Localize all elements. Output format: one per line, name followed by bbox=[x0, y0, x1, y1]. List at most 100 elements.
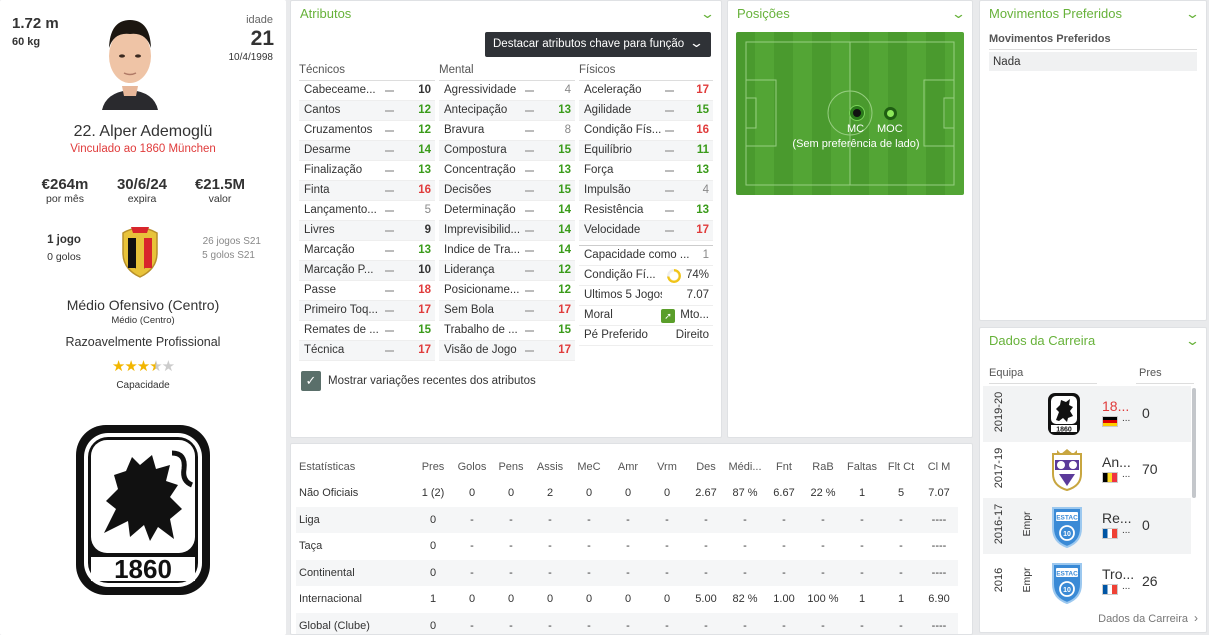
physical-attribute-list: Aceleração 17 Agilidade 15 Condição Fís... 16… bbox=[579, 81, 713, 241]
career-team-name[interactable]: Re... bbox=[1102, 510, 1132, 526]
attribute-row[interactable]: Aceleração 17 bbox=[579, 81, 713, 101]
attribute-row[interactable]: Liderança 12 bbox=[439, 261, 575, 281]
career-season: 2019-20 bbox=[993, 391, 1005, 433]
attribute-row[interactable]: Finalização 13 bbox=[299, 161, 435, 181]
position-marker-mc[interactable] bbox=[850, 106, 864, 120]
attribute-row[interactable]: Lançamento... 5 bbox=[299, 201, 435, 221]
player-dob: 10/4/1998 bbox=[228, 52, 274, 63]
career-club-badge-icon[interactable]: 1860 bbox=[1047, 392, 1081, 439]
career-scrollbar[interactable] bbox=[1192, 388, 1196, 498]
attribute-row[interactable]: Primeiro Toq... 17 bbox=[299, 301, 435, 321]
attribute-name: Lançamento... bbox=[304, 204, 377, 216]
attribute-row[interactable]: Finta 16 bbox=[299, 181, 435, 201]
career-details-link[interactable]: Dados da Carreira bbox=[1098, 613, 1188, 625]
attribute-name: Agilidade bbox=[584, 104, 632, 116]
mental-column: Mental Agressividade 4 Antecipação 13 Bravur… bbox=[439, 64, 575, 361]
attribute-row[interactable]: Desarme 14 bbox=[299, 141, 435, 161]
career-team-name[interactable]: Tro... bbox=[1102, 566, 1134, 582]
attribute-name: Velocidade bbox=[584, 224, 641, 236]
attribute-row[interactable]: Condição Fís... 16 bbox=[579, 121, 713, 141]
career-club-badge-icon[interactable] bbox=[1047, 448, 1087, 495]
attribute-row[interactable]: Determinação 14 bbox=[439, 201, 575, 221]
ability-label: Capacidade bbox=[116, 380, 170, 391]
attribute-row[interactable]: Cabeceame... 10 bbox=[299, 81, 435, 101]
attribute-row[interactable]: Passe 18 bbox=[299, 281, 435, 301]
stats-column-header[interactable]: Pens bbox=[492, 454, 530, 480]
attribute-value: 15 bbox=[558, 184, 571, 196]
attribute-row[interactable]: Trabalho de ... 15 bbox=[439, 321, 575, 341]
side-preference-note: (Sem preferência de lado) bbox=[792, 138, 920, 150]
stats-column-header[interactable]: MeC bbox=[570, 454, 608, 480]
stats-column-header[interactable]: Amr bbox=[608, 454, 648, 480]
career-row[interactable]: 2019-20 1860 18...... 0 bbox=[983, 386, 1191, 442]
attribute-row[interactable]: Remates de ... 15 bbox=[299, 321, 435, 341]
career-club-badge-icon[interactable]: ESTAC 10 bbox=[1047, 560, 1087, 607]
career-club-badge-icon[interactable]: ESTAC 10 bbox=[1047, 504, 1087, 551]
career-team-name[interactable]: 18... bbox=[1102, 398, 1129, 414]
attribute-row[interactable]: Marcação P... 10 bbox=[299, 261, 435, 281]
attribute-row[interactable]: Índice de Tra... 14 bbox=[439, 241, 575, 261]
attribute-value: 4 bbox=[702, 184, 709, 196]
attribute-value: 9 bbox=[424, 224, 431, 236]
attribute-row[interactable]: Visão de Jogo 17 bbox=[439, 341, 575, 361]
position-marker-moc[interactable] bbox=[884, 107, 897, 120]
attribute-row[interactable]: Agilidade 15 bbox=[579, 101, 713, 121]
half-star-icon: ★ bbox=[149, 358, 162, 375]
stats-column-header[interactable]: Estatísticas bbox=[296, 454, 414, 480]
contract-club-link[interactable]: Vinculado ao 1860 München bbox=[0, 143, 286, 155]
attribute-row[interactable]: Cruzamentos 12 bbox=[299, 121, 435, 141]
chevron-right-icon[interactable]: › bbox=[1194, 611, 1198, 625]
career-row[interactable]: 2017-19 An...... 70 bbox=[983, 442, 1191, 498]
attribute-row[interactable]: Bravura 8 bbox=[439, 121, 575, 141]
stats-column-header[interactable]: Des bbox=[686, 454, 726, 480]
career-row[interactable]: 2016 Empr ESTAC 10 Tro...... 26 bbox=[983, 554, 1191, 610]
attribute-row[interactable]: Cantos 12 bbox=[299, 101, 435, 121]
no-change-dash-icon bbox=[665, 110, 674, 112]
attribute-row[interactable]: Marcação 13 bbox=[299, 241, 435, 261]
stats-competition: Internacional bbox=[299, 593, 362, 606]
attribute-row[interactable]: Sem Bola 17 bbox=[439, 301, 575, 321]
attribute-row[interactable]: Impulsão 4 bbox=[579, 181, 713, 201]
stats-cell: - bbox=[686, 559, 726, 586]
attribute-row[interactable]: Decisões 15 bbox=[439, 181, 575, 201]
chevron-down-icon[interactable]: ⌄ bbox=[951, 6, 966, 22]
attribute-row[interactable]: Posicioname... 12 bbox=[439, 281, 575, 301]
stats-column-header[interactable]: Flt Ct bbox=[882, 454, 920, 480]
no-change-dash-icon bbox=[525, 270, 534, 272]
career-row[interactable]: 2016-17 Empr ESTAC 10 Re...... 0 bbox=[983, 498, 1191, 554]
attribute-row[interactable]: Força 13 bbox=[579, 161, 713, 181]
attribute-row[interactable]: Velocidade 17 bbox=[579, 221, 713, 241]
stats-column-header[interactable]: Vrm bbox=[648, 454, 686, 480]
stats-cell: - bbox=[570, 559, 608, 586]
statistics-table: Estatísticas Pres Golos Pens Assis MeC Amr Vrm D… bbox=[296, 454, 958, 634]
chevron-down-icon[interactable]: ⌄ bbox=[700, 6, 715, 22]
attribute-row[interactable]: Livres 9 bbox=[299, 221, 435, 241]
attribute-row[interactable]: Imprevisibilid... 14 bbox=[439, 221, 575, 241]
stats-column-header[interactable]: Faltas bbox=[842, 454, 882, 480]
stats-column-header[interactable]: Assis bbox=[530, 454, 570, 480]
stats-column-header[interactable]: Pres bbox=[414, 454, 452, 480]
attribute-row[interactable]: Resistência 13 bbox=[579, 201, 713, 221]
national-team-crest-icon[interactable] bbox=[117, 223, 163, 279]
chevron-down-icon[interactable]: ⌄ bbox=[1185, 6, 1200, 22]
stats-column-header[interactable]: Golos bbox=[452, 454, 492, 480]
stats-column-header[interactable]: Fnt bbox=[764, 454, 804, 480]
attribute-row[interactable]: Técnica 17 bbox=[299, 341, 435, 361]
attribute-row[interactable]: Equilíbrio 11 bbox=[579, 141, 713, 161]
wage-value: €264m bbox=[41, 176, 89, 193]
attribute-row[interactable]: Compostura 15 bbox=[439, 141, 575, 161]
attribute-row[interactable]: Agressividade 4 bbox=[439, 81, 575, 101]
show-attribute-changes-checkbox[interactable]: ✓ bbox=[301, 371, 321, 391]
club-badge-1860-icon[interactable]: 1860 bbox=[74, 423, 212, 597]
attribute-row[interactable]: Antecipação 13 bbox=[439, 101, 575, 121]
stats-column-header[interactable]: Médi... bbox=[726, 454, 764, 480]
career-team-name[interactable]: An... bbox=[1102, 454, 1131, 470]
attribute-value: 17 bbox=[696, 84, 709, 96]
stats-column-header[interactable]: RaB bbox=[804, 454, 842, 480]
expiry-label: expira bbox=[127, 193, 157, 205]
chevron-down-icon[interactable]: ⌄ bbox=[1185, 333, 1200, 349]
attribute-name: Visão de Jogo bbox=[444, 344, 517, 356]
highlight-role-attributes-dropdown[interactable]: Destacar atributos chave para função ⌄ bbox=[485, 32, 711, 57]
attribute-row[interactable]: Concentração 13 bbox=[439, 161, 575, 181]
stats-column-header[interactable]: Cl M bbox=[920, 454, 958, 480]
